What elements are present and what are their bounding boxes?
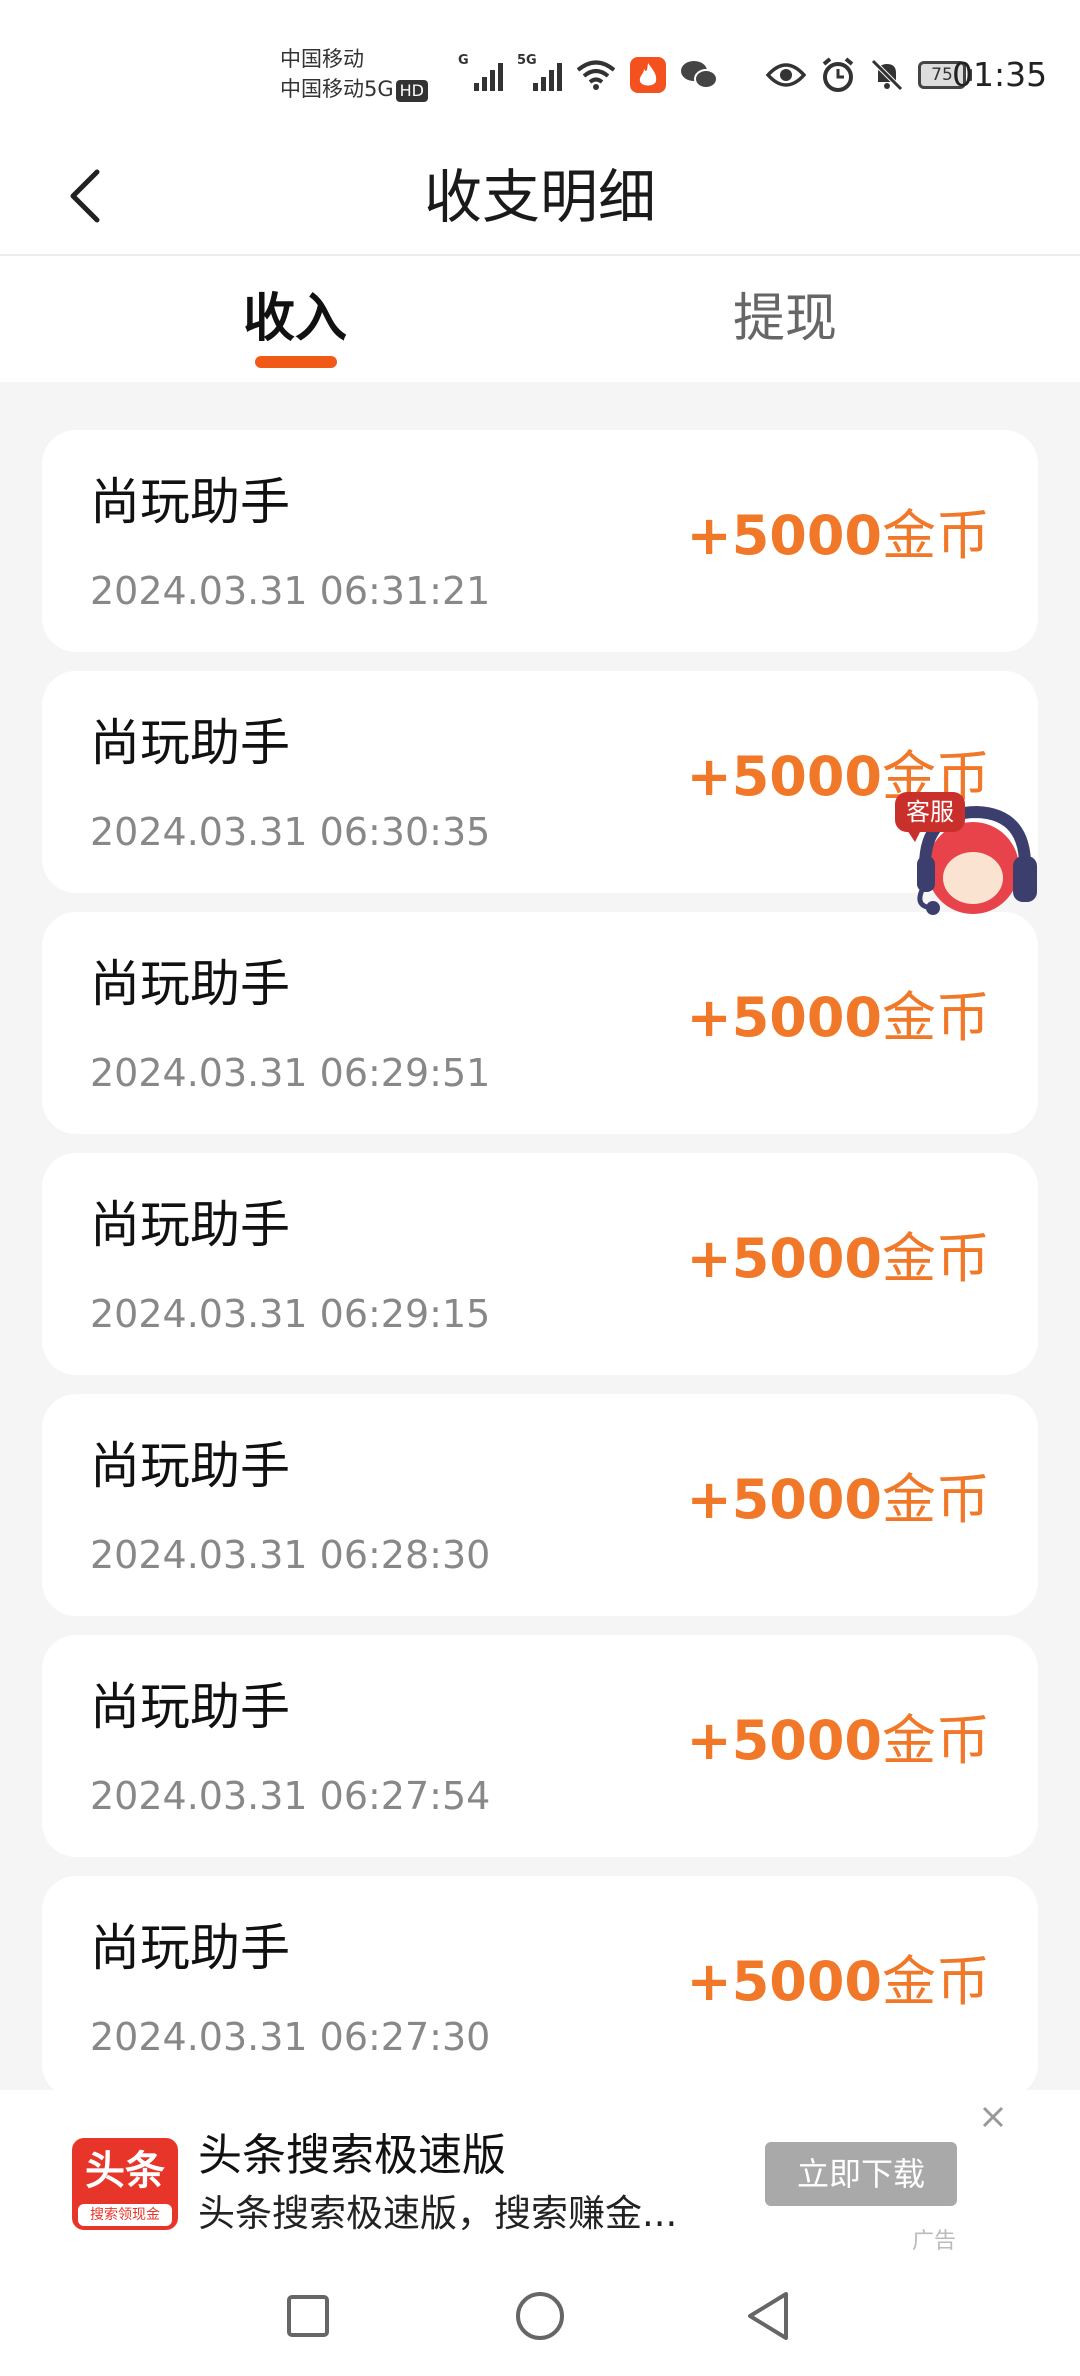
record-time: 2024.03.31 06:27:30	[90, 2015, 491, 2059]
list-item[interactable]: 尚玩助手 2024.03.31 06:29:15 +5000金币	[42, 1153, 1038, 1375]
carrier-line2: 中国移动5G HD	[280, 74, 428, 104]
ad-label: 广告	[912, 2229, 957, 2254]
customer-service-button[interactable]: 客服	[895, 790, 1050, 920]
tab-withdraw[interactable]: 提现	[635, 256, 935, 382]
amount-value: +5000	[686, 1468, 882, 1531]
ad-description: 头条搜索极速版，搜索赚金...	[198, 2192, 678, 2235]
circle-icon	[516, 2292, 564, 2340]
record-source: 尚玩助手	[90, 1919, 290, 1977]
carrier-line2-text: 中国移动5G	[280, 77, 394, 101]
record-source: 尚玩助手	[90, 955, 290, 1013]
record-time: 2024.03.31 06:28:30	[90, 1533, 491, 1577]
record-amount: +5000金币	[686, 1464, 990, 1536]
status-bar: 中国移动 中国移动5G HD G 5G 75 01:35	[0, 0, 1080, 140]
mute-icon	[871, 59, 903, 91]
signal-label: G	[458, 53, 469, 68]
download-button[interactable]: 立即下载	[765, 2142, 957, 2206]
record-amount: +5000金币	[686, 1946, 990, 2018]
list-item[interactable]: 尚玩助手 2024.03.31 06:28:30 +5000金币	[42, 1394, 1038, 1616]
tab-bar: 收入 提现	[0, 256, 1080, 382]
amount-unit: 金币	[882, 986, 990, 1049]
record-source: 尚玩助手	[90, 714, 290, 772]
eye-icon	[766, 63, 806, 87]
hd-badge: HD	[395, 80, 428, 102]
amount-unit: 金币	[882, 1227, 990, 1290]
close-icon	[982, 2106, 1004, 2128]
record-amount: +5000金币	[686, 982, 990, 1054]
carrier-info: 中国移动 中国移动5G HD	[280, 44, 428, 104]
square-icon	[287, 2295, 329, 2337]
ad-app-logo: 头条 搜索领现金	[72, 2138, 178, 2230]
customer-service-icon: 客服	[895, 792, 1037, 915]
amount-unit: 金币	[882, 1709, 990, 1772]
alarm-icon	[822, 57, 854, 92]
record-amount: +5000金币	[686, 500, 990, 572]
nav-header: 收支明细	[0, 140, 1080, 256]
amount-unit: 金币	[882, 1950, 990, 2013]
signal-5g-label: 5G	[517, 53, 537, 68]
record-source: 尚玩助手	[90, 1196, 290, 1254]
page-title: 收支明细	[423, 163, 656, 231]
carrier-line1: 中国移动	[280, 47, 364, 71]
list-item[interactable]: 尚玩助手 2024.03.31 06:27:54 +5000金币	[42, 1635, 1038, 1857]
recent-apps-button[interactable]	[278, 2286, 338, 2346]
hot-app-icon	[630, 57, 666, 93]
record-amount: +5000金币	[686, 1223, 990, 1295]
system-nav-bar	[0, 2256, 1080, 2376]
list-item[interactable]: 尚玩助手 2024.03.31 06:31:21 +5000金币	[42, 430, 1038, 652]
ad-logo-sub: 搜索领现金	[78, 2204, 172, 2226]
amount-unit: 金币	[882, 504, 990, 567]
status-icons: G 5G 75	[458, 52, 972, 98]
ad-banner[interactable]: 头条 搜索领现金 头条搜索极速版 头条搜索极速版，搜索赚金... 立即下载 广告	[0, 2090, 1080, 2256]
back-nav-button[interactable]	[740, 2286, 800, 2346]
wechat-icon	[681, 61, 718, 89]
list-item[interactable]: 尚玩助手 2024.03.31 06:30:35 +5000金币	[42, 671, 1038, 893]
amount-value: +5000	[686, 986, 882, 1049]
record-time: 2024.03.31 06:31:21	[90, 569, 491, 613]
amount-value: +5000	[686, 504, 882, 567]
record-source: 尚玩助手	[90, 1678, 290, 1736]
amount-value: +5000	[686, 1227, 882, 1290]
customer-service-label: 客服	[906, 798, 954, 826]
record-source: 尚玩助手	[90, 473, 290, 531]
amount-value: +5000	[686, 1950, 882, 2013]
ad-logo-text: 头条	[85, 2148, 165, 2194]
list-item[interactable]: 尚玩助手 2024.03.31 06:27:30 +5000金币	[42, 1876, 1038, 2098]
amount-value: +5000	[686, 1709, 882, 1772]
amount-value: +5000	[686, 745, 882, 808]
record-amount: +5000金币	[686, 1705, 990, 1777]
triangle-back-icon	[748, 2292, 788, 2340]
ad-close-button[interactable]	[978, 2102, 1008, 2132]
wifi-icon	[576, 60, 616, 90]
record-source: 尚玩助手	[90, 1437, 290, 1495]
active-tab-indicator	[255, 356, 337, 368]
record-time: 2024.03.31 06:29:15	[90, 1292, 491, 1336]
signal-icon: G	[458, 53, 503, 91]
record-time: 2024.03.31 06:29:51	[90, 1051, 491, 1095]
list-item[interactable]: 尚玩助手 2024.03.31 06:29:51 +5000金币	[42, 912, 1038, 1134]
record-time: 2024.03.31 06:27:54	[90, 1774, 491, 1818]
status-time: 01:35	[952, 55, 1048, 94]
signal-5g-icon: 5G	[517, 53, 562, 91]
home-button[interactable]	[510, 2286, 570, 2346]
ad-title: 头条搜索极速版	[198, 2130, 506, 2181]
amount-unit: 金币	[882, 1468, 990, 1531]
record-time: 2024.03.31 06:30:35	[90, 810, 491, 854]
